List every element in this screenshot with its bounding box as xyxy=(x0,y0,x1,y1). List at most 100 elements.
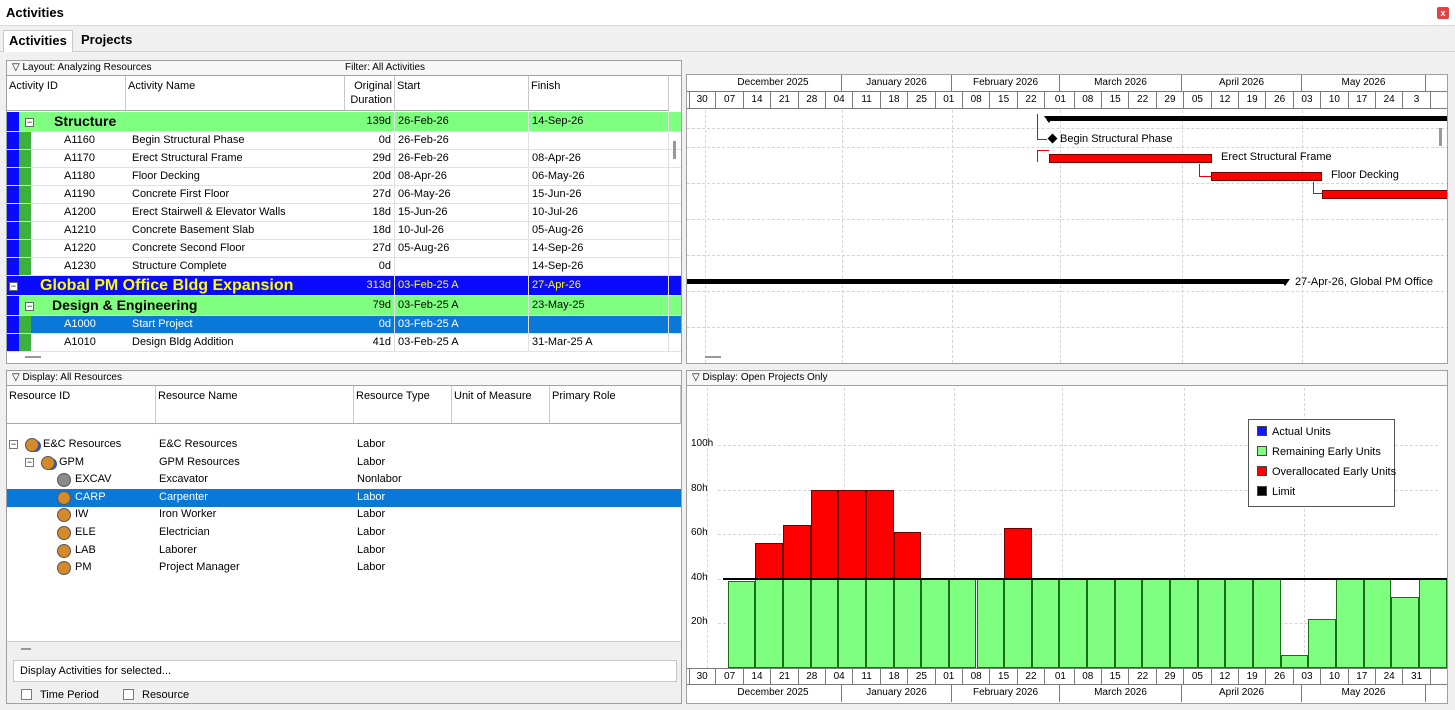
activity-row[interactable]: A1230 Structure Complete 0d 14-Sep-26 xyxy=(7,258,681,276)
activity-row[interactable]: A1190 Concrete First Floor 27d 06-May-26 15-… xyxy=(7,186,681,204)
y-axis-label: 60h xyxy=(691,527,708,539)
timescale-day: 22 xyxy=(1129,92,1157,108)
timescale-day: 21 xyxy=(771,92,799,108)
resource-row[interactable]: − E&C Resources E&C Resources Labor xyxy=(7,436,681,454)
activity-row[interactable]: A1010 Design Bldg Addition 41d 03-Feb-25 A3… xyxy=(7,334,681,352)
timescale-day: 31 xyxy=(1403,669,1431,684)
gantt-bar-concrete-first-floor[interactable] xyxy=(1322,190,1447,199)
activity-row[interactable]: A1220 Concrete Second Floor 27d 05-Aug-26 14… xyxy=(7,240,681,258)
tab-projects[interactable]: Projects xyxy=(76,30,137,52)
timescale-day: 24 xyxy=(1376,669,1404,684)
activity-row[interactable]: A1210 Concrete Basement Slab 18d 10-Jul-26 0… xyxy=(7,222,681,240)
close-icon[interactable]: x xyxy=(1437,7,1449,19)
collapse-icon[interactable]: − xyxy=(9,440,18,449)
timescale-day: 17 xyxy=(1349,92,1376,108)
gantt-bar-floor-decking[interactable] xyxy=(1211,172,1322,181)
time-period-option[interactable]: Time Period xyxy=(21,689,99,701)
wbs-indicator xyxy=(7,132,19,149)
wbs-indicator xyxy=(19,316,31,333)
activity-row[interactable]: A1160 Begin Structural Phase 0d 26-Feb-26 xyxy=(7,132,681,150)
legend-label: Limit xyxy=(1272,486,1296,498)
chevron-down-icon[interactable]: ▽ xyxy=(12,372,20,383)
splitter-grip[interactable] xyxy=(25,356,41,358)
vertical-scrollbar[interactable] xyxy=(673,141,676,159)
col-resource-type[interactable]: Resource Type xyxy=(354,386,452,424)
legend-label: Actual Units xyxy=(1272,426,1331,438)
col-activity-id[interactable]: Activity ID xyxy=(7,76,126,111)
resource-id: CARP xyxy=(75,490,106,503)
col-resource-id[interactable]: Resource ID xyxy=(7,386,156,424)
activity-row[interactable]: A1000 Start Project 0d 03-Feb-25 A xyxy=(7,316,681,334)
col-start[interactable]: Start xyxy=(395,76,529,111)
resource-name: Iron Worker xyxy=(159,508,217,521)
original-duration: 27d xyxy=(345,186,395,203)
timescale-day: 17 xyxy=(1349,669,1376,684)
time-period-checkbox[interactable] xyxy=(21,689,32,700)
collapse-icon[interactable]: − xyxy=(25,301,34,311)
tab-activities[interactable]: Activities xyxy=(3,30,73,52)
vertical-scrollbar[interactable] xyxy=(1439,128,1442,146)
resources-grid: Resource ID Resource Name Resource Type … xyxy=(7,386,681,639)
gantt-chart-panel: December 2025 January 2026 February 2026 Ma… xyxy=(686,74,1448,364)
remaining-units-bar xyxy=(810,578,839,668)
wbs-row[interactable]: − Structure 139d 26-Feb-26 14-Sep-26 xyxy=(7,112,681,132)
wbs-row[interactable]: − Global PM Office Bldg Expansion 313d 03-F… xyxy=(7,276,681,296)
timescale-day: 08 xyxy=(963,92,991,108)
gantt-bar-erect-structural-frame[interactable] xyxy=(1049,154,1212,163)
splitter-grip[interactable] xyxy=(705,356,721,358)
resources-display-label[interactable]: Display: All Resources xyxy=(22,372,121,383)
resource-row[interactable]: EXCAV Excavator Nonlabor xyxy=(7,471,681,489)
wbs-indicator xyxy=(7,334,19,351)
resource-row[interactable]: PM Project Manager Labor xyxy=(7,559,681,577)
col-original-duration[interactable]: Original Duration xyxy=(345,76,395,111)
col-unit-of-measure[interactable]: Unit of Measure xyxy=(452,386,550,424)
col-activity-name[interactable]: Activity Name xyxy=(126,76,345,111)
resources-display-bar: ▽ Display: All Resources xyxy=(7,371,681,386)
collapse-icon[interactable]: − xyxy=(25,457,34,467)
person-icon xyxy=(57,490,71,505)
filter-label[interactable]: Filter: All Activities xyxy=(345,61,425,75)
gantt-month-line xyxy=(1302,110,1303,363)
overallocated-units-bar xyxy=(782,525,811,579)
timescale-day: 04 xyxy=(826,669,854,684)
window-titlebar: Activities x xyxy=(0,0,1455,26)
timescale-month: March 2026 xyxy=(1060,75,1182,91)
timescale-day: 10 xyxy=(1321,669,1349,684)
resource-row[interactable]: CARP Carpenter Labor xyxy=(7,488,681,507)
resource-row[interactable]: LAB Laborer Labor xyxy=(7,542,681,560)
wbs-indicator xyxy=(7,204,19,221)
activity-row[interactable]: A1180 Floor Decking 20d 08-Apr-26 06-May-26 xyxy=(7,168,681,186)
chart-legend: Actual Units Remaining Early Units Overall… xyxy=(1248,419,1396,507)
wbs-indicator xyxy=(7,296,19,315)
gantt-body: Begin Structural Phase Erect Structural F… xyxy=(687,110,1447,363)
wbs-row[interactable]: − Design & Engineering 79d 03-Feb-25 A 23-Ma… xyxy=(7,296,681,316)
window-title: Activities xyxy=(6,5,64,20)
collapse-icon[interactable]: − xyxy=(9,281,18,291)
activity-row[interactable]: A1170 Erect Structural Frame 29d 26-Feb-26 0… xyxy=(7,150,681,168)
person-group-icon xyxy=(41,455,55,470)
timescale-day: 19 xyxy=(1239,669,1267,684)
resource-row[interactable]: ELE Electrician Labor xyxy=(7,524,681,542)
remaining-units-bar xyxy=(727,581,756,668)
collapse-icon[interactable]: − xyxy=(25,117,34,127)
profile-display-label[interactable]: Display: Open Projects Only xyxy=(702,372,827,383)
resource-option[interactable]: Resource xyxy=(123,689,189,701)
timescale-month: February 2026 xyxy=(952,685,1060,702)
wbs-indicator xyxy=(7,186,19,203)
legend-item: Remaining Early Units xyxy=(1257,446,1381,458)
timescale-day: 01 xyxy=(936,92,963,108)
display-activities-for-selected[interactable]: Display Activities for selected... xyxy=(13,660,677,682)
resource-row[interactable]: − GPM GPM Resources Labor xyxy=(7,454,681,472)
layout-label[interactable]: Layout: Analyzing Resources xyxy=(22,62,151,73)
col-finish[interactable]: Finish xyxy=(529,76,669,111)
chevron-down-icon[interactable]: ▽ xyxy=(12,62,20,73)
chevron-down-icon[interactable]: ▽ xyxy=(692,372,700,383)
col-resource-name[interactable]: Resource Name xyxy=(156,386,354,424)
original-duration: 18d xyxy=(345,204,395,221)
activity-row[interactable]: A1200 Erect Stairwell & Elevator Walls 18d… xyxy=(7,204,681,222)
splitter-grip[interactable] xyxy=(21,648,31,650)
relationship-line xyxy=(1199,176,1211,177)
resource-row[interactable]: IW Iron Worker Labor xyxy=(7,506,681,524)
resource-checkbox[interactable] xyxy=(123,689,134,700)
col-primary-role[interactable]: Primary Role xyxy=(550,386,681,424)
